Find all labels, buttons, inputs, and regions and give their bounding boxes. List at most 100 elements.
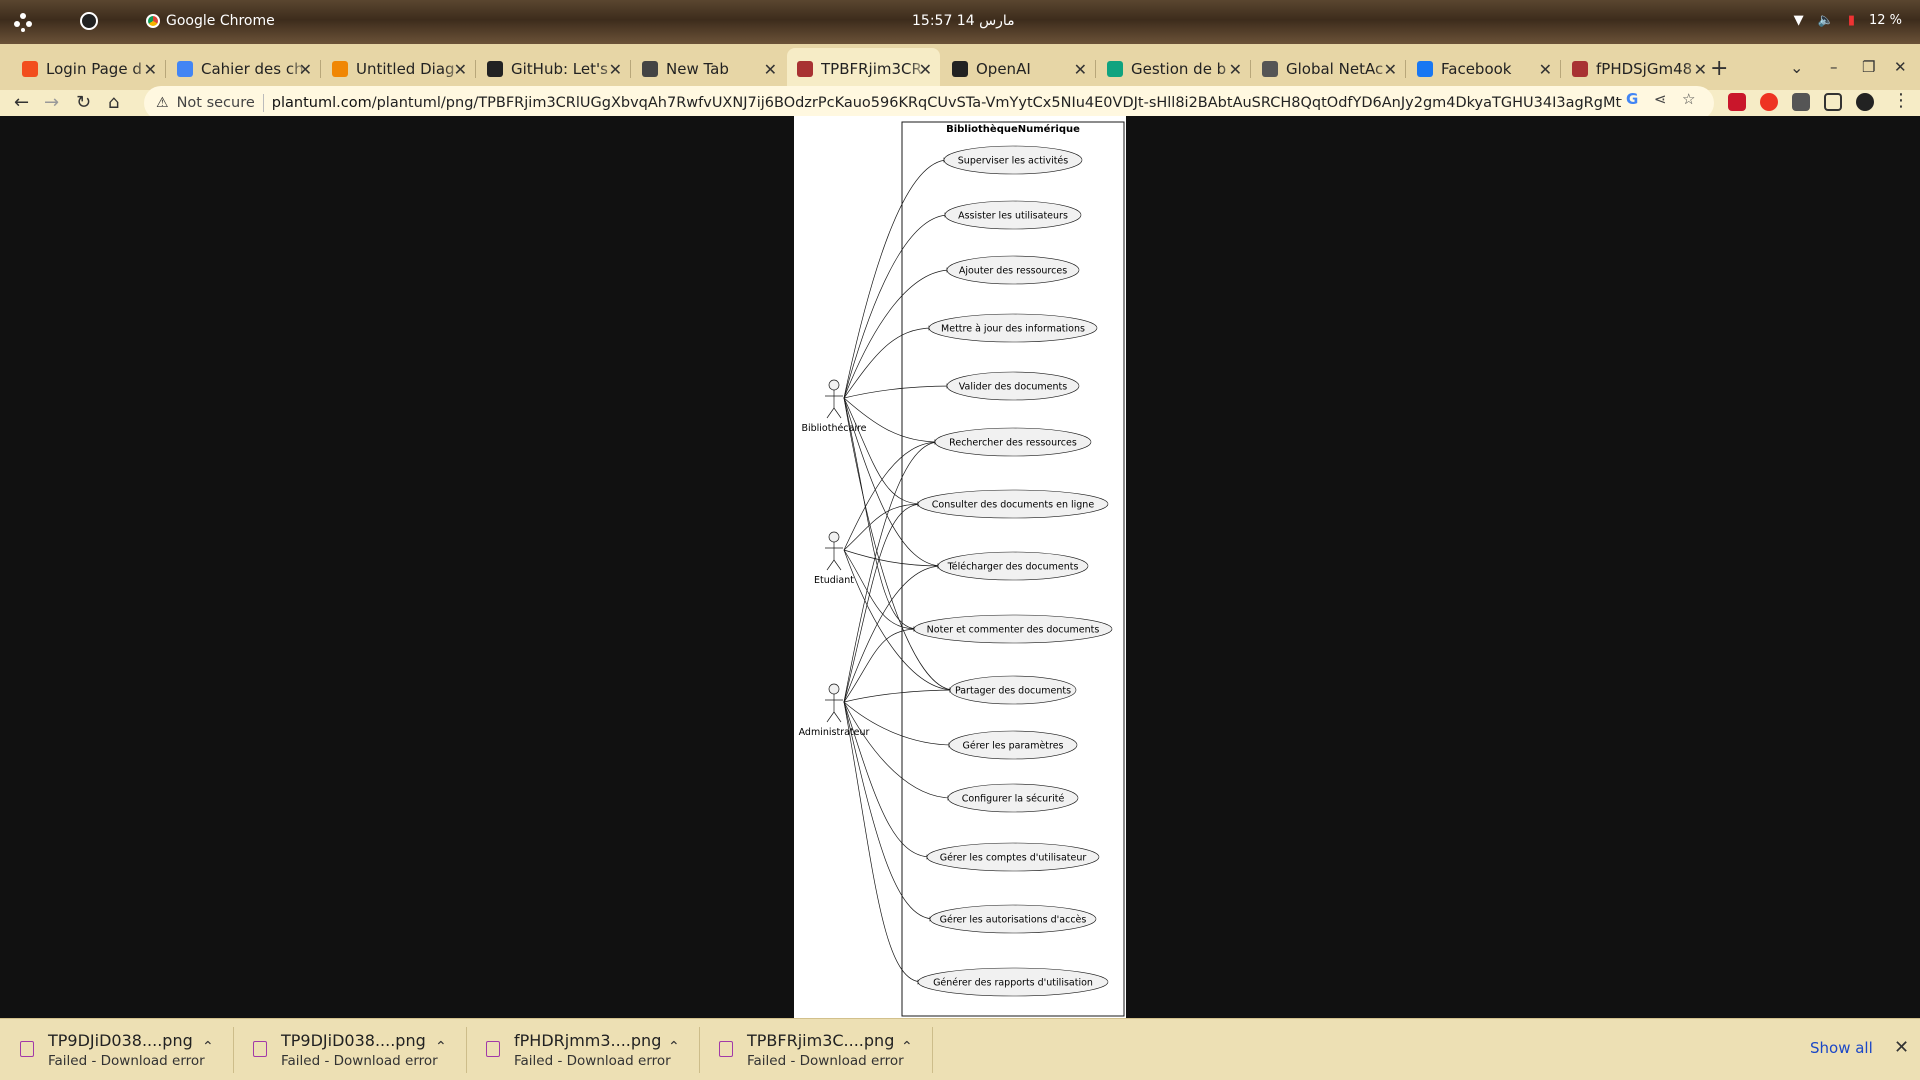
close-tab-icon[interactable]: ✕ (144, 60, 157, 79)
use-case-label: Configurer la sécurité (962, 794, 1065, 805)
back-button[interactable]: ← (14, 92, 29, 113)
tab-search-button[interactable]: ⌄ (1790, 58, 1803, 77)
battery-icon: ▮ (1847, 13, 1855, 28)
extensions-puzzle-icon[interactable] (1792, 93, 1810, 111)
tab-strip: Login Page d ✕ Cahier des ch ✕ Untitled Diag… (0, 44, 1920, 90)
tab-10[interactable]: Facebook ✕ (1407, 52, 1560, 86)
tab-6[interactable]: TPBFRjim3CR ✕ (787, 48, 940, 90)
app-menu[interactable]: Google Chrome (146, 13, 275, 29)
docs-icon (177, 61, 193, 77)
plantuml-icon (797, 61, 813, 77)
globe-icon (1107, 61, 1123, 77)
close-tab-icon[interactable]: ✕ (1539, 60, 1552, 79)
extension-icon[interactable] (1728, 93, 1746, 111)
close-tab-icon[interactable]: ✕ (764, 60, 777, 79)
chevron-up-icon[interactable]: ⌃ (901, 1039, 913, 1055)
reload-button[interactable]: ↻ (76, 92, 91, 113)
record-icon[interactable] (80, 12, 98, 30)
url-text[interactable]: plantuml.com/plantuml/png/TPBFRjim3CRlUG… (272, 95, 1622, 111)
close-tab-icon[interactable]: ✕ (1694, 60, 1707, 79)
avatar[interactable] (1856, 93, 1874, 111)
actor-label: Administrateur (799, 727, 870, 738)
close-window-button[interactable]: ✕ (1894, 58, 1907, 76)
system-tray[interactable]: ▼ 🔈 ▮ 12 % (1794, 13, 1902, 28)
google-lens-icon[interactable]: G (1626, 90, 1638, 108)
tab-title: Login Page d (46, 60, 142, 78)
chevron-up-icon[interactable]: ⌃ (202, 1039, 214, 1055)
chevron-up-icon[interactable]: ⌃ (435, 1039, 447, 1055)
tab-title: Gestion de b (1131, 60, 1227, 78)
address-bar[interactable]: ⚠ Not secure plantuml.com/plantuml/png/T… (144, 86, 1714, 120)
close-tab-icon[interactable]: ✕ (609, 60, 622, 79)
adblock-icon[interactable] (1760, 93, 1778, 111)
association-arrow (843, 701, 954, 748)
tab-2[interactable]: Cahier des ch ✕ (167, 52, 320, 86)
tab-9[interactable]: Global NetAc ✕ (1252, 52, 1405, 86)
url-host: plantuml.com (271, 95, 372, 111)
actor-figure (825, 531, 843, 571)
close-tab-icon[interactable]: ✕ (1384, 60, 1397, 79)
share-icon[interactable]: ⋖ (1654, 90, 1667, 108)
image-file-icon (20, 1041, 34, 1057)
tab-7[interactable]: OpenAI ✕ (942, 52, 1095, 86)
download-shelf: TP9DJiD038....png Failed - Download error… (0, 1018, 1920, 1080)
download-item[interactable]: TP9DJiD038....png Failed - Download error… (0, 1029, 232, 1073)
browser-toolbar: ← → ↻ ⌂ ⚠ Not secure plantuml.com/plantu… (0, 86, 1920, 120)
home-button[interactable]: ⌂ (108, 92, 119, 113)
restore-button[interactable]: ❐ (1862, 58, 1875, 76)
chrome-icon (642, 61, 658, 77)
download-item[interactable]: fPHDRjmm3....png Failed - Download error ⌃ (466, 1029, 698, 1073)
tab-3[interactable]: Untitled Diag ✕ (322, 52, 475, 86)
clock[interactable]: 15:57 14 مارس (912, 13, 1015, 29)
association-arrow (843, 439, 940, 703)
tab-8[interactable]: Gestion de b ✕ (1097, 52, 1250, 86)
tab-5[interactable]: New Tab ✕ (632, 52, 785, 86)
use-case-label: Gérer les autorisations d'accès (940, 915, 1087, 926)
security-label[interactable]: Not secure (177, 95, 255, 111)
close-shelf-button[interactable]: ✕ (1894, 1037, 1909, 1058)
download-filename: TP9DJiD038....png (48, 1031, 193, 1050)
github-icon (487, 61, 503, 77)
forward-button[interactable]: → (44, 92, 59, 113)
tab-separator (1560, 60, 1561, 78)
tab-11[interactable]: fPHDSjGm48 ✕ (1562, 52, 1715, 86)
url-path: /plantuml/png/TPBFRjim3CRlUGgXbvqAh7Rwfv… (371, 95, 1622, 111)
warning-icon[interactable]: ⚠ (156, 95, 169, 111)
close-tab-icon[interactable]: ✕ (1074, 60, 1087, 79)
tab-4[interactable]: GitHub: Let's ✕ (477, 52, 630, 86)
activities-icon[interactable] (12, 11, 34, 33)
minimize-button[interactable]: – (1830, 58, 1838, 76)
download-item[interactable]: TP9DJiD038....png Failed - Download error… (233, 1029, 465, 1073)
chevron-up-icon[interactable]: ⌃ (668, 1039, 680, 1055)
new-tab-button[interactable]: + (1710, 56, 1728, 81)
close-tab-icon[interactable]: ✕ (454, 60, 467, 79)
tab-title: Cahier des ch (201, 60, 304, 78)
association-arrow (843, 397, 940, 445)
actor-figure (825, 379, 843, 419)
download-separator (932, 1027, 933, 1073)
tab-1[interactable]: Login Page d ✕ (12, 52, 165, 86)
show-all-button[interactable]: Show all (1810, 1039, 1873, 1057)
tab-separator (630, 60, 631, 78)
association-arrow (843, 687, 955, 703)
use-case-label: Gérer les comptes d'utilisateur (940, 853, 1087, 864)
close-tab-icon[interactable]: ✕ (919, 60, 932, 79)
wifi-icon: ▼ (1793, 13, 1804, 28)
download-item[interactable]: TPBFRjim3C....png Failed - Download error… (699, 1029, 931, 1073)
chrome-icon (146, 14, 160, 28)
menu-kebab-icon[interactable]: ⋮ (1892, 90, 1910, 111)
close-tab-icon[interactable]: ✕ (1229, 60, 1242, 79)
divider (262, 94, 264, 112)
use-case-label: Gérer les paramètres (962, 741, 1063, 752)
image-file-icon (253, 1041, 267, 1057)
uml-diagram-image: BibliothèqueNumérique Superviser les act… (794, 116, 1126, 1018)
side-panel-icon[interactable] (1824, 93, 1842, 111)
download-filename: TPBFRjim3C....png (747, 1031, 895, 1050)
tab-separator (1250, 60, 1251, 78)
image-file-icon (486, 1041, 500, 1057)
actor-label: Etudiant (814, 575, 854, 586)
use-case-diagram: BibliothèqueNumérique Superviser les act… (799, 121, 1125, 1017)
bookmark-star-icon[interactable]: ☆ (1682, 90, 1695, 108)
close-tab-icon[interactable]: ✕ (299, 60, 312, 79)
page-viewport: BibliothèqueNumérique Superviser les act… (0, 116, 1920, 1018)
